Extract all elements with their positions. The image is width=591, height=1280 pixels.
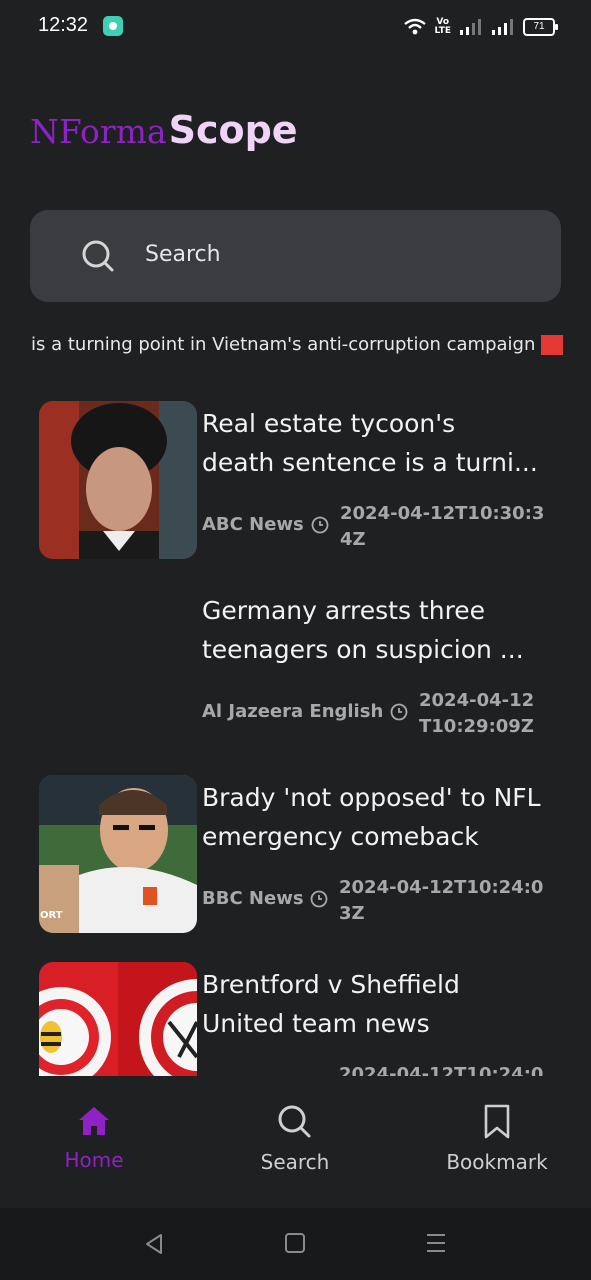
news-timestamp: 2024-04-12T10:24:0 3Z [339, 877, 544, 924]
bottom-nav: Home Search Bookmark [0, 1080, 591, 1208]
status-bar: 12:32 Vo LTE 71 [0, 0, 591, 52]
back-icon[interactable] [142, 1232, 166, 1256]
home-square-icon[interactable] [284, 1232, 306, 1254]
headline-ticker[interactable]: is a turning point in Vietnam's anti-cor… [31, 334, 591, 362]
wifi-icon [404, 18, 427, 35]
news-title[interactable]: Brentford v Sheffield United team news [202, 965, 562, 1043]
news-source: ABC News [202, 514, 304, 535]
ticker-text: is a turning point in Vietnam's anti-cor… [31, 334, 536, 355]
search-icon [278, 1105, 311, 1138]
signal-icon-1 [460, 19, 481, 35]
clock-icon [390, 703, 408, 721]
flag-icon [541, 335, 564, 355]
news-title[interactable]: Germany arrests three teenagers on suspi… [202, 591, 562, 669]
news-timestamp: 2024-04-12T10:30:3 4Z [340, 503, 545, 550]
nav-bookmark[interactable]: Bookmark [438, 1104, 556, 1174]
volte-icon: Vo LTE [434, 17, 451, 36]
news-timestamp: 2024-04-12T10:24:0 [339, 1064, 544, 1076]
clock-icon [310, 890, 328, 908]
news-item[interactable]: Germany arrests three teenagers on suspi… [0, 579, 591, 749]
news-source: Al Jazeera English [202, 701, 384, 722]
nav-home[interactable]: Home [54, 1104, 134, 1172]
logo-text-nforma: NForma [30, 112, 167, 151]
news-list[interactable]: Real estate tycoon's death sentence is a… [0, 392, 591, 1076]
battery-icon: 71 [523, 18, 558, 36]
nav-home-label: Home [64, 1148, 124, 1172]
news-source: BBC News [202, 888, 304, 909]
bookmark-icon [484, 1104, 510, 1139]
news-title[interactable]: Real estate tycoon's death sentence is a… [202, 404, 562, 482]
home-icon [79, 1107, 109, 1135]
nav-search-label: Search [260, 1150, 330, 1174]
search-bar[interactable]: Search [30, 210, 561, 302]
app-notification-icon [103, 16, 123, 36]
nav-bookmark-label: Bookmark [446, 1150, 548, 1174]
menu-icon[interactable] [425, 1232, 447, 1254]
status-time: 12:32 [38, 14, 89, 36]
system-nav-bar [0, 1208, 591, 1280]
search-icon [82, 240, 114, 272]
logo-text-scope: Scope [168, 108, 298, 152]
news-item[interactable]: Brentford v Sheffield United team news 2… [0, 953, 591, 1076]
news-item[interactable]: ORT Brady 'not opposed' to NFL emergency… [0, 766, 591, 936]
news-thumbnail[interactable] [39, 401, 197, 559]
signal-icon-2 [492, 19, 513, 35]
app-logo: NForma Scope [30, 108, 298, 158]
news-thumbnail[interactable] [39, 962, 197, 1076]
news-thumbnail[interactable]: ORT [39, 775, 197, 933]
news-title[interactable]: Brady 'not opposed' to NFL emergency com… [202, 778, 562, 856]
news-timestamp: 2024-04-12 T10:29:09Z [419, 690, 535, 737]
clock-icon [311, 516, 329, 534]
status-icons: Vo LTE 71 [404, 14, 558, 40]
news-item[interactable]: Real estate tycoon's death sentence is a… [0, 392, 591, 562]
nav-search[interactable]: Search [250, 1104, 340, 1174]
search-input[interactable]: Search [145, 242, 221, 267]
thumb-caption: ORT [40, 910, 63, 921]
